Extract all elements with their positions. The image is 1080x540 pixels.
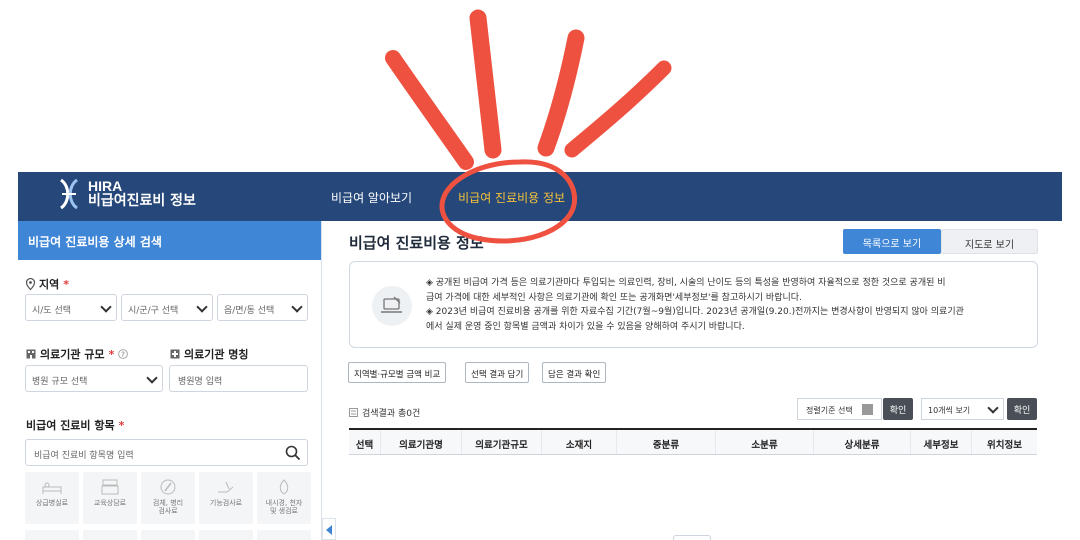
sidebar-collapse-button[interactable] (322, 518, 336, 540)
region-label-group: 지역 * (26, 276, 69, 292)
page-title: 비급여 진료비용 정보 (349, 234, 484, 252)
logo-site-name: 비급여진료비 정보 (88, 193, 196, 209)
annotation-stroke (537, 29, 585, 157)
chevron-left-icon (326, 525, 332, 535)
chevron-down-icon (146, 372, 158, 384)
hospital-size-select[interactable]: 병원 규모 선택 (25, 365, 163, 392)
category-tile[interactable] (141, 530, 195, 540)
top-header: HIRA 비급여진료비 정보 비급여 알아보기 비급여 진료비용 정보 (18, 172, 1062, 221)
annotation-stroke (385, 50, 474, 170)
notice-text: ◈ 공개된 비급여 가격 등은 의료기관마다 투입되는 의료인력, 장비, 시술… (426, 276, 1026, 334)
category-room-fee[interactable]: 상급병실료 (25, 472, 79, 524)
category-tile[interactable] (25, 530, 79, 540)
svg-text:?: ? (121, 351, 125, 359)
category-function-test[interactable]: 기능검사료 (199, 472, 253, 524)
notice-box: ◈ 공개된 비급여 가격 등은 의료기관마다 투입되는 의료인력, 장비, 시술… (349, 261, 1038, 348)
nav-item-about[interactable]: 비급여 알아보기 (331, 189, 412, 206)
nav-item-cost-info[interactable]: 비급여 진료비용 정보 (458, 189, 565, 206)
building-icon (26, 349, 36, 359)
hospital-name-input[interactable]: 병원명 입력 (169, 365, 308, 392)
column-header[interactable]: 소분류 (716, 430, 814, 454)
hand-test-icon (218, 481, 234, 493)
main-nav: 비급여 알아보기 비급여 진료비용 정보 (331, 189, 565, 206)
category-grid: 상급병실료 교육상담료 검체, 병리 검사료 기능검사료 내시경, 천자 및 생… (25, 472, 315, 524)
chevron-down-icon (987, 402, 999, 414)
results-table-header: 선택 의료기관명 의료기관규모 소재지 중분류 소분류 상세분류 세부정보 위치… (349, 428, 1037, 455)
column-header[interactable]: 선택 (349, 430, 381, 454)
endoscope-icon (279, 479, 289, 495)
column-header[interactable]: 의료기관명 (381, 430, 462, 454)
column-header[interactable]: 소재지 (542, 430, 617, 454)
category-tile[interactable] (199, 530, 253, 540)
sigungu-select[interactable]: 시/군/구 선택 (121, 294, 213, 321)
category-label: 검체, 병리 검사료 (152, 499, 184, 516)
column-header[interactable]: 세부정보 (911, 430, 972, 454)
item-search-input[interactable]: 비급여 진료비 항목명 입력 (25, 439, 308, 466)
view-saved-button[interactable]: 담은 결과 확인 (542, 362, 607, 383)
result-count: 검색결과 총0건 (349, 406, 420, 419)
calendar-icon (862, 404, 873, 415)
notice-line: ◈ 공개된 비급여 가격 등은 의료기관마다 투입되는 의료인력, 장비, 시술… (426, 278, 946, 288)
annotation-stroke (469, 9, 502, 159)
hospital-icon (170, 349, 180, 359)
chevron-down-icon (196, 301, 208, 313)
location-pin-icon (26, 278, 35, 290)
size-label-group: 의료기관 규모 * ? (26, 346, 129, 362)
result-count-text: 검색결과 총0건 (362, 409, 421, 419)
chevron-down-icon (100, 301, 112, 313)
search-icon[interactable] (285, 445, 301, 461)
notice-line: ◈ 2023년 비급여 진료비용 공개를 위한 자료수집 기간(7월~9월)입니… (426, 307, 964, 317)
sort-select[interactable]: 정렬기준 선택 (797, 398, 882, 420)
category-tile[interactable] (257, 530, 311, 540)
list-icon (349, 408, 358, 417)
column-header[interactable]: 의료기관규모 (462, 430, 542, 454)
save-selection-button[interactable]: 선택 결과 담기 (465, 362, 530, 383)
sidebar-title: 비급여 진료비용 상세 검색 (18, 221, 321, 260)
item-label: 비급여 진료비 항목 (26, 419, 115, 432)
sido-select[interactable]: 시/도 선택 (25, 294, 117, 321)
category-label: 상급병실료 (35, 499, 69, 507)
column-header[interactable]: 상세분류 (814, 430, 911, 454)
map-view-button[interactable]: 지도로 보기 (941, 229, 1038, 254)
test-tube-icon (160, 479, 176, 495)
annotation-stroke (564, 60, 672, 158)
compare-amount-button[interactable]: 지역별·규모별 금액 비교 (348, 362, 447, 383)
per-page-select[interactable]: 10개씩 보기 (921, 398, 1004, 420)
category-grid-row2 (25, 530, 311, 540)
laptop-edit-icon (381, 296, 402, 313)
name-label: 의료기관 명칭 (184, 348, 249, 361)
search-sidebar: 비급여 진료비용 상세 검색 지역 * 시/도 선택 시/군/구 선택 읍/면/동… (18, 221, 322, 540)
bed-icon (42, 482, 62, 494)
logo-hira-text: HIRA (88, 178, 123, 195)
required-mark: * (118, 418, 125, 432)
chevron-down-icon (291, 301, 303, 313)
name-label-group: 의료기관 명칭 (170, 346, 249, 362)
sort-confirm-button[interactable]: 확인 (883, 398, 913, 420)
notice-line: 에서 실제 운영 중인 항목별 금액과 차이가 있을 수 있음을 양해하여 주시… (426, 321, 745, 332)
region-label: 지역 (39, 278, 60, 291)
required-mark: * (108, 347, 115, 361)
hira-logo-icon (60, 178, 78, 210)
category-tile[interactable] (83, 530, 137, 540)
notice-line: 급여 가격에 대한 세부적인 사항은 의료기관에 확인 또는 공개화면'세부정보… (426, 292, 802, 303)
item-label-group: 비급여 진료비 항목 * (26, 417, 124, 433)
pagination[interactable] (673, 535, 711, 540)
notice-icon-wrap (372, 286, 412, 326)
column-header[interactable]: 중분류 (617, 430, 716, 454)
category-endoscopy[interactable]: 내시경, 천자 및 생검료 (257, 472, 311, 524)
category-label: 내시경, 천자 및 생검료 (265, 499, 303, 516)
site-logo[interactable]: HIRA 비급여진료비 정보 (58, 178, 196, 210)
help-icon[interactable]: ? (118, 349, 129, 359)
size-label: 의료기관 규모 (40, 348, 105, 361)
per-page-confirm-button[interactable]: 확인 (1007, 398, 1037, 420)
column-header[interactable]: 위치정보 (972, 430, 1037, 454)
document-stack-icon (101, 479, 119, 495)
eupmyeondong-select[interactable]: 읍/면/동 선택 (217, 294, 308, 321)
category-label: 기능검사료 (209, 499, 243, 507)
category-counseling[interactable]: 교육상담료 (83, 472, 137, 524)
category-label: 교육상담료 (93, 499, 127, 507)
category-specimen[interactable]: 검체, 병리 검사료 (141, 472, 195, 524)
required-mark: * (63, 277, 70, 291)
list-view-button[interactable]: 목록으로 보기 (843, 229, 941, 254)
